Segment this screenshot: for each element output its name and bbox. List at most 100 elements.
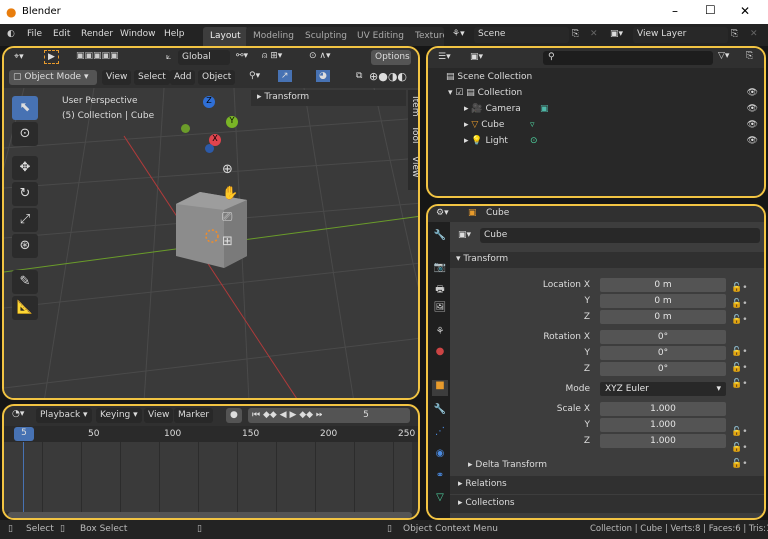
- tab-item[interactable]: Item: [410, 96, 418, 117]
- tab-view[interactable]: View: [410, 156, 418, 177]
- snap-icon[interactable]: ⍝ ⊞▾: [262, 51, 282, 61]
- sidebar-transform-panel[interactable]: ▸ Transform: [251, 90, 406, 106]
- measure-tool-icon[interactable]: 📐: [12, 296, 38, 320]
- delta-transform-section[interactable]: ▸ Delta Transform: [468, 460, 547, 470]
- scale-tool-icon[interactable]: ⤢: [12, 208, 38, 232]
- visibility-eye-icon[interactable]: 👁: [747, 120, 758, 130]
- tab-sculpting[interactable]: Sculpting: [298, 27, 355, 46]
- close-button[interactable]: ✕: [740, 4, 750, 18]
- particles-tab-icon[interactable]: ⋰: [432, 426, 448, 442]
- menu-edit[interactable]: Edit: [53, 29, 70, 39]
- scale-y-field[interactable]: 1.000: [600, 418, 726, 432]
- proportional-edit-icon[interactable]: ⊙ ∧▾: [309, 51, 331, 61]
- navigation-gizmo[interactable]: Z Y X: [179, 96, 239, 156]
- copy-view-layer-icon[interactable]: ⎘: [731, 29, 738, 39]
- relations-section[interactable]: ▸ Relations: [450, 476, 764, 494]
- record-button[interactable]: ●: [226, 408, 242, 423]
- scene-tab-icon[interactable]: ⚘: [432, 326, 448, 342]
- tab-modeling[interactable]: Modeling: [246, 27, 301, 46]
- select-box-tool-icon[interactable]: ⬉: [12, 96, 38, 120]
- transform-orientation-dropdown[interactable]: Global: [178, 50, 230, 65]
- location-y-field[interactable]: 0 m: [600, 294, 726, 308]
- location-z-field[interactable]: 0 m: [600, 310, 726, 324]
- menu-playback[interactable]: Playback ▾: [36, 408, 92, 423]
- current-frame-field[interactable]: 5: [322, 408, 410, 423]
- timeline-area[interactable]: [4, 442, 412, 512]
- playback-controls[interactable]: ⏮ ◆◆ ◀ ▶ ◆◆ ⏭: [248, 408, 329, 423]
- pan-hand-icon[interactable]: ✋: [222, 186, 238, 201]
- transform-section-header[interactable]: ▾ Transform: [450, 252, 764, 268]
- maximize-button[interactable]: ☐: [705, 3, 716, 17]
- options-button[interactable]: Options: [371, 50, 411, 65]
- menu-file[interactable]: File: [27, 29, 42, 39]
- data-tab-icon[interactable]: ▽: [432, 492, 448, 508]
- physics-tab-icon[interactable]: ◉: [432, 448, 448, 464]
- visibility-eye-icon[interactable]: 👁: [747, 88, 758, 98]
- collections-section[interactable]: ▸ Collections: [450, 495, 764, 513]
- visibility-eye-icon[interactable]: 👁: [747, 104, 758, 114]
- timeline-scrollbar[interactable]: [8, 512, 412, 518]
- object-name-field[interactable]: Cube: [480, 228, 760, 243]
- delete-scene-icon[interactable]: ✕: [590, 29, 598, 39]
- outliner-item-cube[interactable]: ▸ ▽ Cube ▿ 👁: [464, 120, 758, 130]
- move-tool-icon[interactable]: ✥: [12, 156, 38, 180]
- menu-add[interactable]: Add: [170, 70, 196, 85]
- visibility-icon[interactable]: ⚲▾: [249, 71, 260, 81]
- view-layer-icon[interactable]: ▣▾: [610, 29, 623, 39]
- menu-marker[interactable]: Marker: [174, 408, 214, 423]
- visibility-eye-icon[interactable]: 👁: [747, 136, 758, 146]
- rotation-x-field[interactable]: 0°: [600, 330, 726, 344]
- rotate-tool-icon[interactable]: ↻: [12, 182, 38, 206]
- rotation-z-field[interactable]: 0°: [600, 362, 726, 376]
- tab-uv-editing[interactable]: UV Editing: [350, 27, 411, 46]
- menu-window[interactable]: Window: [120, 29, 156, 39]
- timeline-editor-type-icon[interactable]: ◔▾: [12, 409, 24, 419]
- tab-tool[interactable]: Tool: [410, 126, 418, 143]
- perspective-toggle-icon[interactable]: ⊞: [222, 234, 233, 249]
- location-x-field[interactable]: 0 m: [600, 278, 726, 292]
- minimize-button[interactable]: –: [672, 4, 678, 18]
- rotation-y-field[interactable]: 0°: [600, 346, 726, 360]
- gizmo-z-axis[interactable]: Z: [203, 96, 215, 108]
- tab-texture[interactable]: Texture: [408, 27, 444, 46]
- tool-tab-icon[interactable]: 🔧: [432, 230, 448, 246]
- pivot-icon[interactable]: ⚯▾: [236, 51, 248, 61]
- scale-z-field[interactable]: 1.000: [600, 434, 726, 448]
- world-tab-icon[interactable]: ●: [432, 346, 448, 362]
- editor-type-icon[interactable]: ⌖▾: [14, 52, 24, 62]
- transform-tool-icon[interactable]: ⊛: [12, 234, 38, 258]
- collection-row[interactable]: ▾ ☑ ▤ Collection 👁: [448, 88, 758, 98]
- constraints-tab-icon[interactable]: ⚭: [432, 470, 448, 486]
- blender-menu-icon[interactable]: ◐: [7, 29, 15, 39]
- filter-icon[interactable]: ▽▾: [718, 51, 729, 61]
- output-tab-icon[interactable]: 🖶: [432, 282, 448, 298]
- outliner-item-light[interactable]: ▸ 💡 Light ⊙ 👁: [464, 136, 758, 146]
- menu-keying[interactable]: Keying ▾: [96, 408, 142, 423]
- properties-editor-type-icon[interactable]: ⚙▾: [436, 208, 449, 218]
- gizmo-neg-y[interactable]: [181, 124, 190, 133]
- outliner-item-camera[interactable]: ▸ 🎥 Camera ▣ 👁: [464, 104, 758, 114]
- 3d-viewport[interactable]: ⌖▾ ▶ ▣▣▣▣▣ ⟀ Global ⚯▾ ⍝ ⊞▾ ⊙ ∧▾ Options…: [2, 46, 420, 400]
- timeline-ruler[interactable]: 5 50 100 150 200 250: [4, 426, 418, 442]
- tab-layout[interactable]: Layout: [203, 27, 248, 46]
- view-layer-tab-icon[interactable]: 🖼: [432, 302, 448, 318]
- overlay-icon[interactable]: ◕: [316, 70, 330, 82]
- outliner-editor-type-icon[interactable]: ☰▾: [438, 52, 451, 62]
- select-tool-icon[interactable]: ▶: [44, 50, 59, 64]
- menu-object[interactable]: Object: [198, 70, 236, 85]
- scene-field[interactable]: Scene: [474, 27, 569, 43]
- render-tab-icon[interactable]: 📷: [432, 262, 448, 278]
- gizmo-icon[interactable]: ↗: [278, 70, 292, 82]
- xray-icon[interactable]: ⧉: [356, 71, 362, 81]
- menu-render[interactable]: Render: [81, 29, 113, 39]
- menu-select[interactable]: Select: [134, 70, 170, 85]
- menu-help[interactable]: Help: [164, 29, 185, 39]
- annotate-tool-icon[interactable]: ✎: [12, 270, 38, 294]
- shading-mode-icons[interactable]: ⊕●◑◐: [369, 70, 407, 83]
- gizmo-y-axis[interactable]: Y: [226, 116, 238, 128]
- cursor-tool-icon[interactable]: ⊙: [12, 122, 38, 146]
- camera-view-icon[interactable]: ⎚: [222, 210, 232, 225]
- view-layer-field[interactable]: View Layer: [633, 27, 728, 43]
- zoom-icon[interactable]: ⊕: [222, 162, 233, 177]
- lock-icons[interactable]: 🔓• 🔓• 🔓• 🔓• 🔓• 🔓• 🔓• 🔓• 🔓•: [731, 280, 748, 472]
